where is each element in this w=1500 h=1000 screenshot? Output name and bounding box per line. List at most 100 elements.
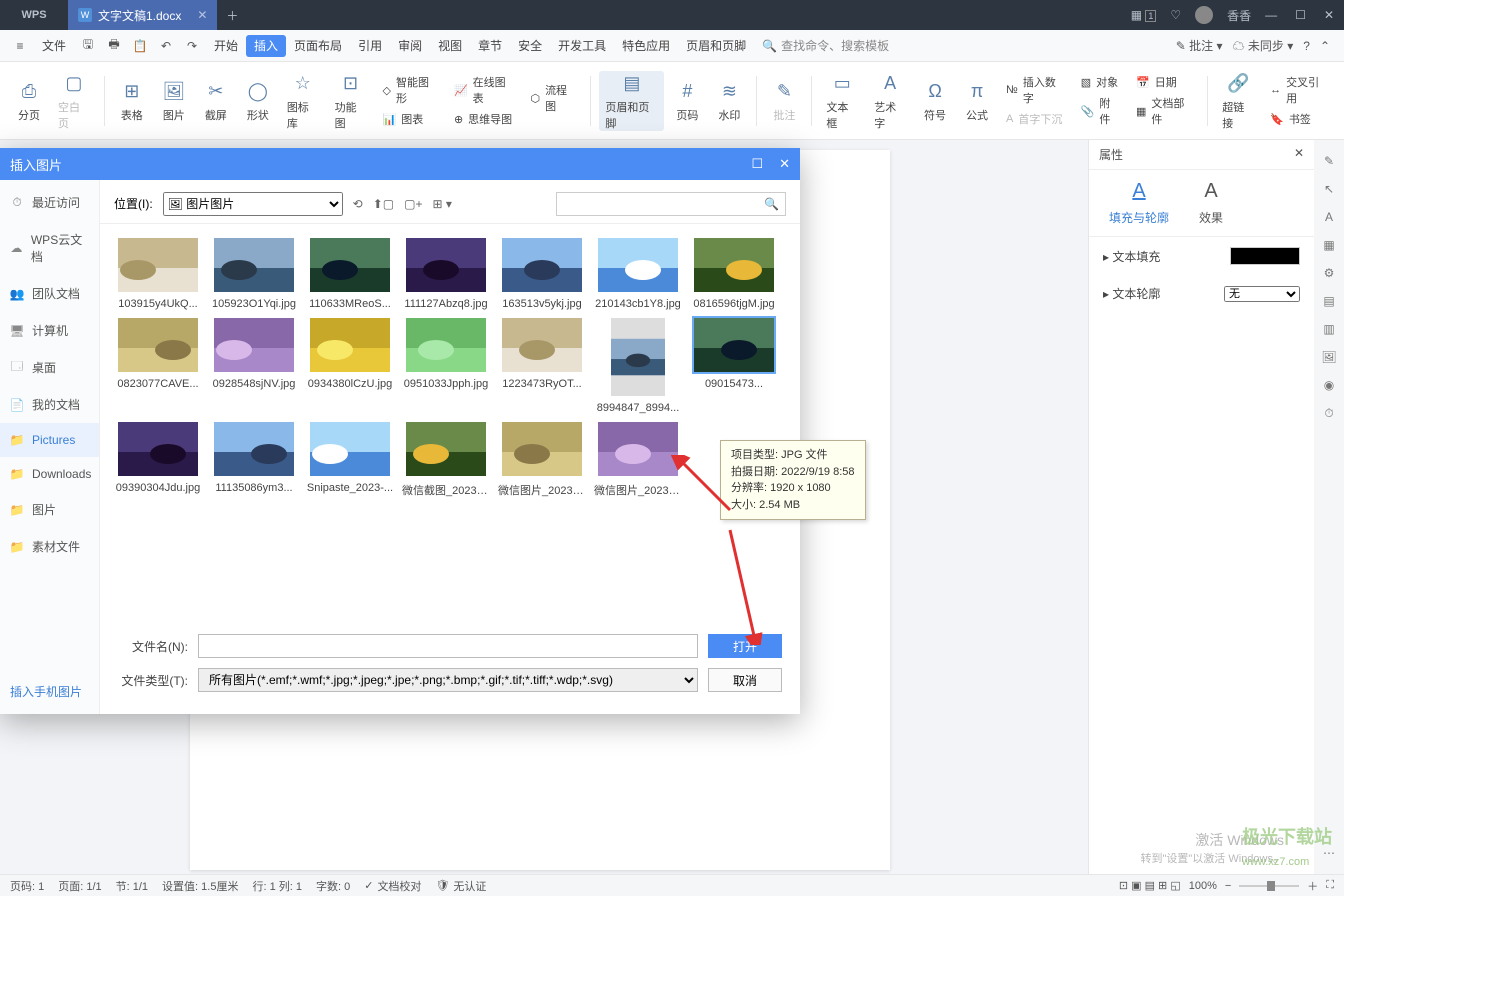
ribbon-shapes[interactable]: ◯形状 (239, 79, 277, 123)
back-icon[interactable]: ⟲ (353, 197, 363, 211)
file-menu[interactable]: 文件 (34, 33, 74, 58)
menu-开始[interactable]: 开始 (206, 35, 246, 57)
menu-引用[interactable]: 引用 (350, 35, 390, 57)
sidebar-item-9[interactable]: 📁素材文件 (0, 528, 99, 565)
dialog-search[interactable]: 🔍 (556, 192, 786, 216)
document-tab[interactable]: W 文字文稿1.docx ✕ (68, 0, 217, 30)
print-icon[interactable]: 🖶 (102, 34, 126, 58)
file-item[interactable]: 11135086ym3... (210, 422, 298, 498)
sidebar-item-0[interactable]: ⏱最近访问 (0, 184, 99, 221)
ribbon-equation[interactable]: π公式 (958, 79, 996, 123)
ribbon-comment[interactable]: ✎批注 (765, 79, 803, 123)
view-icon[interactable]: ⊞ ▾ (433, 197, 452, 211)
location-select[interactable]: 🖼 图片图片 (163, 192, 343, 216)
undo-icon[interactable]: ↶ (154, 34, 178, 58)
panel-close-icon[interactable]: ✕ (1294, 146, 1304, 163)
file-item[interactable]: 0951033Jpph.jpg (402, 318, 490, 414)
layers-icon[interactable]: ▤ (1323, 294, 1334, 308)
ribbon-dropcap[interactable]: A 首字下沉 (1006, 111, 1065, 127)
ribbon-date[interactable]: 📅 日期 (1136, 74, 1193, 90)
sidebar-item-8[interactable]: 📁图片 (0, 491, 99, 528)
menu-页面布局[interactable]: 页面布局 (286, 35, 350, 57)
file-item[interactable]: 103915y4UkQ... (114, 238, 202, 310)
search-box[interactable]: 🔍 查找命令、搜索模板 (762, 37, 889, 54)
sidebar-item-3[interactable]: 🖥计算机 (0, 312, 99, 349)
status-cert[interactable]: 🛡 无认证 (435, 878, 486, 894)
ribbon-attach[interactable]: 📎 附件 (1081, 95, 1120, 127)
shield-icon[interactable]: ◉ (1324, 378, 1334, 392)
menu-页眉和页脚[interactable]: 页眉和页脚 (678, 35, 754, 57)
menu-视图[interactable]: 视图 (430, 35, 470, 57)
preview-icon[interactable]: 📋 (128, 34, 152, 58)
status-section[interactable]: 节: 1/1 (116, 878, 148, 894)
status-proof[interactable]: ✓ 文档校对 (364, 878, 421, 894)
ribbon-number[interactable]: № 插入数字 (1006, 74, 1065, 106)
ribbon-pagebreak[interactable]: ⎙分页 (10, 79, 48, 123)
zoom-label[interactable]: 100% (1189, 880, 1217, 892)
newfolder-icon[interactable]: ▢+ (404, 197, 422, 211)
ribbon-hyperlink[interactable]: 🔗超链接 (1216, 71, 1260, 131)
zoom-slider[interactable] (1239, 885, 1299, 887)
sync-status[interactable]: ☁ 未同步 ▾ (1233, 37, 1294, 54)
ribbon-flowchart[interactable]: ⬡ 流程图 (530, 82, 576, 114)
filetype-select[interactable]: 所有图片(*.emf;*.wmf;*.jpg;*.jpeg;*.jpe;*.pn… (198, 668, 698, 692)
file-item[interactable]: 8994847_8994... (594, 318, 682, 414)
status-page-num[interactable]: 页码: 1 (10, 878, 44, 894)
ribbon-mindmap[interactable]: ⊕ 思维导图 (454, 111, 515, 127)
ribbon-smartart[interactable]: ◇ 智能图形 (383, 74, 438, 106)
ribbon-funcchart[interactable]: ⊡功能图 (329, 71, 373, 131)
ribbon-iconlib[interactable]: ☆图标库 (281, 71, 325, 131)
fullscreen-icon[interactable]: ⛶ (1326, 879, 1334, 892)
cancel-button[interactable]: 取消 (708, 668, 782, 692)
save-icon[interactable]: 🖫 (76, 34, 100, 58)
zoom-in[interactable]: ＋ (1307, 878, 1318, 894)
ribbon-bookmark[interactable]: 🔖 书签 (1270, 111, 1328, 127)
tab-effects[interactable]: A效果 (1199, 180, 1223, 226)
hamburger-icon[interactable]: ≡ (8, 34, 32, 58)
text-style-icon[interactable]: A (1325, 210, 1333, 224)
status-wordcount[interactable]: 字数: 0 (316, 878, 350, 894)
status-cursor[interactable]: 行: 1 列: 1 (252, 878, 302, 894)
comments-button[interactable]: ✎ 批注 ▾ (1176, 37, 1223, 54)
file-item[interactable]: 微信截图_20230102154... (402, 422, 490, 498)
open-button[interactable]: 打开 (708, 634, 782, 658)
ribbon-docparts[interactable]: ▦ 文档部件 (1136, 95, 1193, 127)
file-item[interactable]: 111127Abzq8.jpg (402, 238, 490, 310)
avatar[interactable] (1195, 6, 1213, 24)
ribbon-crossref[interactable]: ↔ 交叉引用 (1270, 74, 1328, 106)
file-item[interactable]: Snipaste_2023-... (306, 422, 394, 498)
menu-开发工具[interactable]: 开发工具 (550, 35, 614, 57)
redo-icon[interactable]: ↷ (180, 34, 204, 58)
up-icon[interactable]: ⬆▢ (373, 197, 394, 211)
status-setting[interactable]: 设置值: 1.5厘米 (162, 878, 238, 894)
ribbon-table[interactable]: ⊞表格 (113, 79, 151, 123)
ribbon-header-footer[interactable]: ▤页眉和页脚 (599, 71, 664, 131)
insert-phone-link[interactable]: 插入手机图片 (10, 683, 82, 700)
menu-安全[interactable]: 安全 (510, 35, 550, 57)
menu-特色应用[interactable]: 特色应用 (614, 35, 678, 57)
text-fill-swatch[interactable] (1230, 247, 1300, 265)
ribbon-onlinechart[interactable]: 📈 在线图表 (454, 74, 515, 106)
ribbon-object[interactable]: ▧ 对象 (1081, 74, 1120, 90)
sidebar-item-2[interactable]: 👥团队文档 (0, 275, 99, 312)
file-item[interactable]: 105923O1Yqi.jpg (210, 238, 298, 310)
cursor-icon[interactable]: ↖ (1324, 182, 1334, 196)
file-item[interactable]: 09015473... (690, 318, 778, 414)
menu-章节[interactable]: 章节 (470, 35, 510, 57)
ribbon-symbol[interactable]: Ω符号 (916, 79, 954, 123)
ribbon-pagenum[interactable]: #页码 (668, 79, 706, 123)
file-item[interactable]: 110633MReoS... (306, 238, 394, 310)
sidebar-item-5[interactable]: 📄我的文档 (0, 386, 99, 423)
ribbon-blankpage[interactable]: ▢空白页 (52, 71, 96, 131)
ribbon-chart[interactable]: 📊 图表 (383, 111, 438, 127)
pen-icon[interactable]: ✎ (1324, 154, 1334, 168)
tab-fill-outline[interactable]: A填充与轮廓 (1109, 180, 1169, 226)
gift-icon[interactable]: ♡ (1170, 8, 1181, 22)
maximize-icon[interactable]: ☐ (1295, 8, 1306, 22)
close-tab-icon[interactable]: ✕ (197, 8, 207, 22)
file-item[interactable]: 0823077CAVE... (114, 318, 202, 414)
file-item[interactable]: 0928548sjNV.jpg (210, 318, 298, 414)
file-item[interactable]: 163513v5ykj.jpg (498, 238, 586, 310)
file-item[interactable]: 0934380lCzU.jpg (306, 318, 394, 414)
view-mode-icons[interactable]: ⊡ ▣ ▤ ⊞ ◱ (1119, 879, 1181, 892)
